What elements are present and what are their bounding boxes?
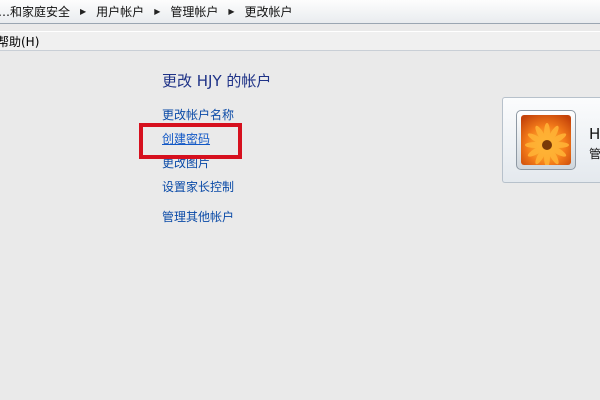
- highlight-annotation-box: [139, 123, 242, 159]
- breadcrumb-item-user-accounts[interactable]: 用户帐户: [92, 3, 148, 20]
- chevron-right-icon[interactable]: ▶: [148, 7, 166, 16]
- manage-other-accounts-link[interactable]: 管理其他帐户: [162, 208, 234, 225]
- account-name: H: [589, 125, 600, 143]
- chevron-right-icon[interactable]: ▶: [222, 7, 240, 16]
- avatar: [516, 110, 576, 170]
- parental-controls-link[interactable]: 设置家长控制: [162, 178, 234, 195]
- page-title: 更改 HJY 的帐户: [162, 72, 272, 90]
- breadcrumb-item-family-safety[interactable]: …和家庭安全: [0, 3, 74, 20]
- rename-account-link[interactable]: 更改帐户名称: [162, 106, 234, 123]
- orange-flower-avatar-icon: [521, 115, 571, 165]
- breadcrumb-item-manage-accounts[interactable]: 管理帐户: [166, 3, 222, 20]
- menu-bar: 帮助(H): [0, 31, 600, 51]
- menu-help[interactable]: 帮助(H): [0, 33, 39, 50]
- breadcrumb-item-change-account[interactable]: 更改帐户: [241, 3, 297, 20]
- account-panel: H 管: [502, 97, 600, 183]
- chevron-right-icon[interactable]: ▶: [74, 7, 92, 16]
- account-type: 管: [589, 147, 600, 161]
- breadcrumb: …和家庭安全 ▶ 用户帐户 ▶ 管理帐户 ▶ 更改帐户: [0, 0, 600, 24]
